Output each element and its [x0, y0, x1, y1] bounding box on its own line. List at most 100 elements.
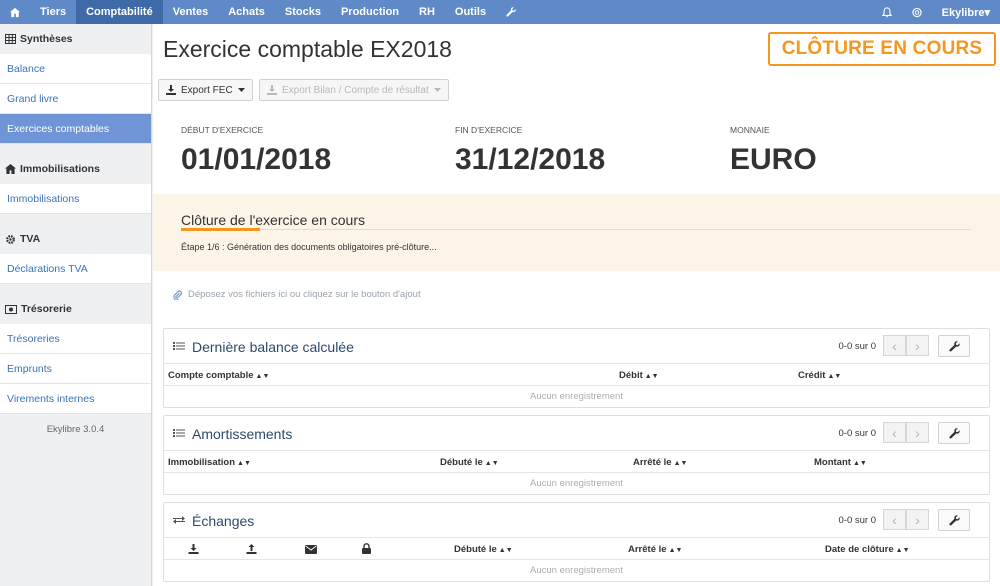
column-header-arrete[interactable]: Arrêté le ▲▼ [633, 457, 687, 468]
prev-page-button[interactable]: ‹ [883, 335, 906, 356]
next-page-button[interactable]: › [906, 422, 929, 443]
next-page-button[interactable]: › [906, 509, 929, 530]
column-header-debit[interactable]: Débit ▲▼ [619, 370, 659, 381]
home-icon [5, 164, 16, 174]
panel-header: Amortissements 0-0 sur 0 ‹ › [164, 416, 989, 451]
sidebar-item-declarations-tva[interactable]: Déclarations TVA [0, 254, 151, 284]
next-page-button[interactable]: › [906, 335, 929, 356]
dropzone[interactable]: Déposez vos fichiers ici ou cliquez sur … [173, 289, 421, 300]
panel-settings-button[interactable] [938, 509, 970, 531]
closure-panel: Clôture de l'exercice en cours Étape 1/6… [153, 194, 1000, 271]
pagination-count: 0-0 sur 0 [838, 341, 877, 352]
closure-step: Étape 1/6 : Génération des documents obl… [181, 242, 437, 252]
sidebar-item-exercices-comptables[interactable]: Exercices comptables [0, 114, 151, 144]
pagination-count: 0-0 sur 0 [838, 428, 877, 439]
export-bilan-label: Export Bilan / Compte de résultat [282, 84, 429, 96]
panel-settings-button[interactable] [938, 422, 970, 444]
sidebar-item-immobilisations[interactable]: Immobilisations [0, 184, 151, 214]
paperclip-icon [173, 290, 182, 300]
column-label: Compte comptable [168, 370, 254, 381]
column-label: Crédit [798, 370, 826, 381]
sidebar-item-emprunts[interactable]: Emprunts [0, 354, 151, 384]
wrench-icon [948, 427, 960, 439]
sidebar-item-grand-livre[interactable]: Grand livre [0, 84, 151, 114]
nav-achats[interactable]: Achats [218, 0, 275, 24]
stat-start: DÉBUT D'EXERCICE 01/01/2018 [181, 125, 331, 177]
prev-page-button[interactable]: ‹ [883, 422, 906, 443]
pagination: ‹ › [883, 422, 929, 443]
stat-start-label: DÉBUT D'EXERCICE [181, 125, 264, 135]
sidebar-section-title: TVA [20, 233, 41, 245]
lock-icon [362, 543, 371, 554]
user-menu[interactable]: Ekylibre▾ [932, 0, 1000, 24]
nav-comptabilite[interactable]: Comptabilité [76, 0, 163, 24]
download-icon [188, 544, 199, 554]
notifications-button[interactable] [872, 0, 902, 24]
panel-title: Dernière balance calculée [192, 339, 354, 355]
sort-icon: ▲▼ [668, 547, 683, 554]
sort-icon: ▲▼ [827, 373, 842, 380]
nav-production[interactable]: Production [331, 0, 409, 24]
sort-icon: ▲▼ [498, 547, 513, 554]
column-label: Arrêté le [633, 457, 672, 468]
table-icon [5, 34, 16, 44]
nav-outils[interactable]: Outils [445, 0, 496, 24]
list-icon [173, 429, 185, 437]
closure-title: Clôture de l'exercice en cours [181, 212, 365, 228]
column-header-date-cloture[interactable]: Date de clôture ▲▼ [825, 544, 910, 555]
sidebar-section-immobilisations: Immobilisations [0, 154, 151, 184]
column-label: Date de clôture [825, 544, 894, 555]
nav-home[interactable] [0, 0, 30, 24]
column-header-compte[interactable]: Compte comptable ▲▼ [168, 370, 269, 381]
list-icon [173, 342, 185, 350]
sidebar-section-title: Trésorerie [21, 303, 72, 315]
empty-message: Aucun enregistrement [530, 565, 623, 576]
stat-currency-label: MONNAIE [730, 125, 770, 135]
exchange-icon [173, 516, 185, 524]
download-icon [166, 85, 176, 95]
top-navbar: Tiers Comptabilité Ventes Achats Stocks … [0, 0, 1000, 24]
column-header-immobilisation[interactable]: Immobilisation ▲▼ [168, 457, 251, 468]
lifebuoy-icon [912, 7, 922, 17]
column-header-debute[interactable]: Débuté le ▲▼ [454, 544, 513, 555]
column-header-montant[interactable]: Montant ▲▼ [814, 457, 867, 468]
export-bilan-button[interactable]: Export Bilan / Compte de résultat [259, 79, 449, 101]
column-label: Débuté le [440, 457, 483, 468]
stat-end-value: 31/12/2018 [455, 143, 606, 176]
column-header-credit[interactable]: Crédit ▲▼ [798, 370, 841, 381]
column-label: Arrêté le [628, 544, 667, 555]
sidebar-item-tresoreries[interactable]: Trésoreries [0, 324, 151, 354]
panel-title: Amortissements [192, 426, 293, 442]
nav-rh[interactable]: RH [409, 0, 445, 24]
column-label: Immobilisation [168, 457, 236, 468]
closure-progress-track [181, 229, 971, 230]
pagination: ‹ › [883, 509, 929, 530]
sidebar-section-title: Immobilisations [20, 163, 100, 175]
export-fec-label: Export FEC [181, 84, 233, 96]
wrench-icon [948, 514, 960, 526]
sort-icon: ▲▼ [673, 460, 688, 467]
nav-ventes[interactable]: Ventes [163, 0, 218, 24]
export-fec-button[interactable]: Export FEC [158, 79, 253, 101]
sidebar-item-virements-internes[interactable]: Virements internes [0, 384, 151, 414]
pagination: ‹ › [883, 335, 929, 356]
envelope-icon [305, 545, 317, 554]
nav-settings[interactable] [496, 0, 526, 24]
prev-page-button[interactable]: ‹ [883, 509, 906, 530]
bell-icon [881, 6, 892, 17]
help-button[interactable] [902, 0, 932, 24]
stat-end: FIN D'EXERCICE 31/12/2018 [455, 125, 605, 177]
sidebar-item-balance[interactable]: Balance [0, 54, 151, 84]
panel-amortissements: Amortissements 0-0 sur 0 ‹ › Immobilisat… [163, 415, 990, 495]
stat-currency: MONNAIE EURO [730, 125, 817, 177]
nav-stocks[interactable]: Stocks [275, 0, 331, 24]
panel-balance: Dernière balance calculée 0-0 sur 0 ‹ › … [163, 328, 990, 408]
column-header-arrete[interactable]: Arrêté le ▲▼ [628, 544, 682, 555]
nav-tiers[interactable]: Tiers [30, 0, 76, 24]
caret-down-icon [237, 88, 245, 92]
panel-settings-button[interactable] [938, 335, 970, 357]
sidebar-section-tva: TVA [0, 224, 151, 254]
empty-message: Aucun enregistrement [530, 478, 623, 489]
panel-echanges: Échanges 0-0 sur 0 ‹ › Débuté le ▲▼ Arrêt… [163, 502, 990, 582]
column-header-debute[interactable]: Débuté le ▲▼ [440, 457, 499, 468]
